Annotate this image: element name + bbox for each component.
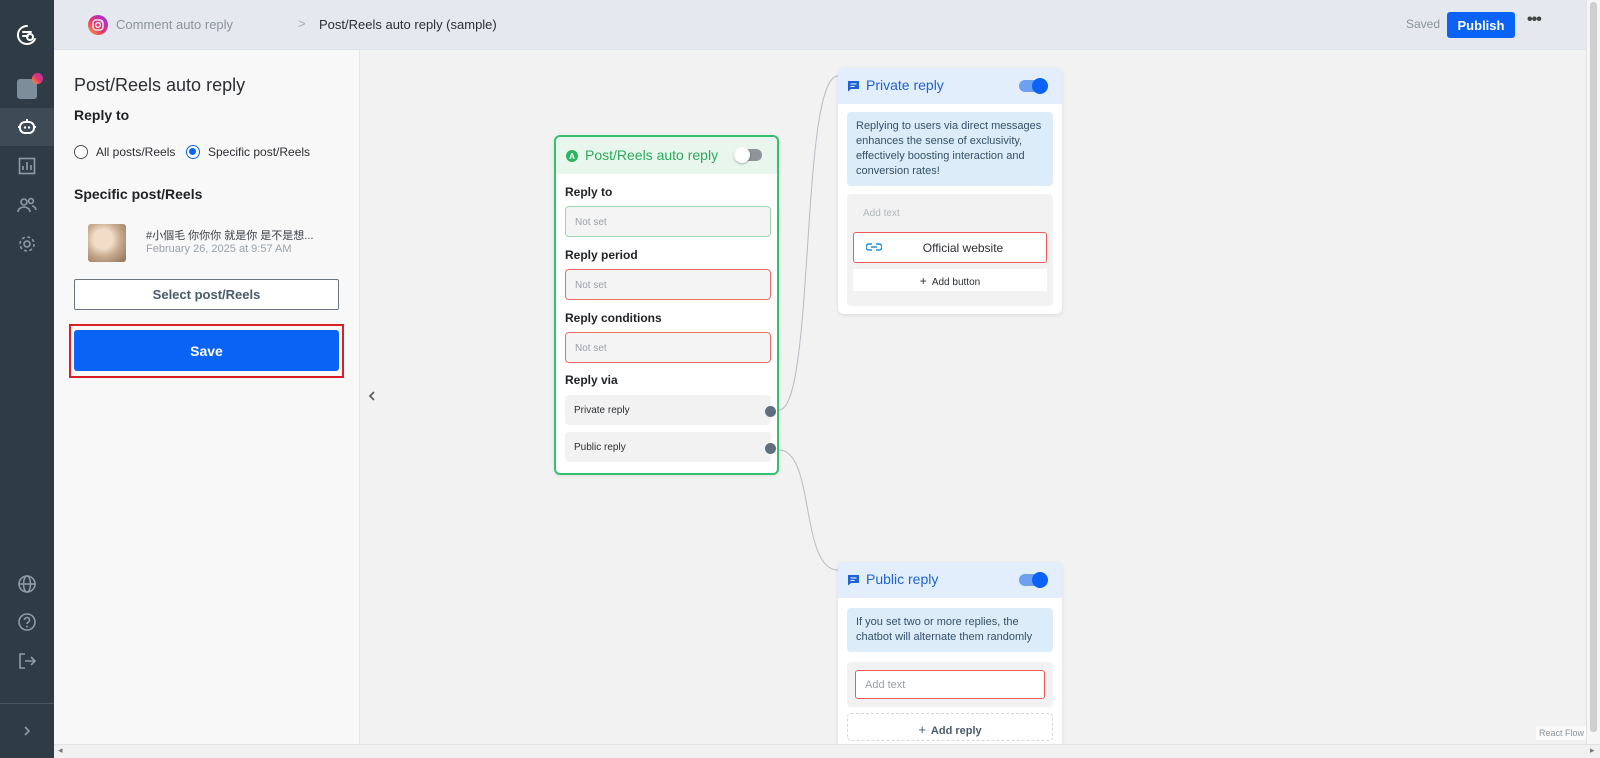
- scroll-left-arrow-icon[interactable]: ◂: [58, 745, 63, 756]
- plus-icon: +: [918, 722, 926, 737]
- private-reply-toggle[interactable]: [1019, 78, 1048, 94]
- add-reply-label: Add reply: [930, 725, 982, 737]
- private-reply-node[interactable]: Private reply Replying to users via dire…: [838, 68, 1062, 314]
- public-reply-title: Public reply: [866, 571, 939, 587]
- field-label: Reply period: [565, 248, 638, 262]
- public-reply-header: Public reply: [838, 562, 1062, 598]
- trigger-node-header: A Post/Reels auto reply: [556, 137, 777, 174]
- official-website-label: Official website: [922, 241, 1004, 255]
- plus-icon: +: [919, 274, 927, 288]
- reply-period-field[interactable]: Not set: [565, 269, 771, 300]
- scroll-right-arrow-icon[interactable]: ▸: [1590, 745, 1595, 756]
- react-flow-attribution[interactable]: React Flow: [1536, 726, 1588, 740]
- add-reply-button[interactable]: + Add reply: [847, 713, 1053, 741]
- trigger-node[interactable]: A Post/Reels auto reply Reply to Not set…: [554, 135, 779, 475]
- chat-bubble-icon: [848, 575, 859, 586]
- reply-via-label: Reply via: [565, 373, 618, 387]
- public-reply-toggle[interactable]: [1019, 572, 1048, 588]
- horizontal-scrollbar[interactable]: ◂ ▸: [54, 744, 1600, 758]
- private-reply-title: Private reply: [866, 77, 944, 93]
- public-reply-handle[interactable]: [765, 443, 776, 454]
- reply-via-public[interactable]: Public reply: [565, 432, 771, 462]
- edge-public-reply: [778, 449, 839, 571]
- edge-private-reply: [778, 75, 839, 411]
- reply-to-field[interactable]: Not set: [565, 206, 771, 237]
- chat-bubble-icon: [848, 81, 859, 92]
- vertical-scrollbar[interactable]: [1586, 0, 1600, 744]
- add-button-label: Add button: [931, 277, 981, 288]
- reply-conditions-field[interactable]: Not set: [565, 332, 771, 363]
- trigger-node-title: Post/Reels auto reply: [585, 147, 719, 163]
- public-reply-info: If you set two or more replies, the chat…: [847, 608, 1053, 652]
- field-label: Reply to: [565, 185, 613, 199]
- add-button[interactable]: + Add button: [853, 269, 1047, 291]
- private-reply-header: Private reply: [838, 68, 1062, 104]
- official-website-button[interactable]: Official website: [853, 232, 1047, 263]
- add-text-placeholder[interactable]: Add text: [863, 208, 900, 219]
- trigger-toggle[interactable]: [734, 147, 762, 163]
- trigger-badge-icon: A: [566, 150, 578, 162]
- flow-edges: [778, 75, 839, 571]
- reply-via-private[interactable]: Private reply: [565, 395, 771, 425]
- add-text-input[interactable]: Add text: [855, 670, 1045, 699]
- scrollbar-thumb[interactable]: [1590, 2, 1597, 732]
- field-label: Reply conditions: [565, 311, 662, 325]
- private-reply-handle[interactable]: [765, 406, 776, 417]
- private-reply-info: Replying to users via direct messages en…: [847, 112, 1053, 186]
- public-reply-node[interactable]: Public reply If you set two or more repl…: [838, 562, 1062, 744]
